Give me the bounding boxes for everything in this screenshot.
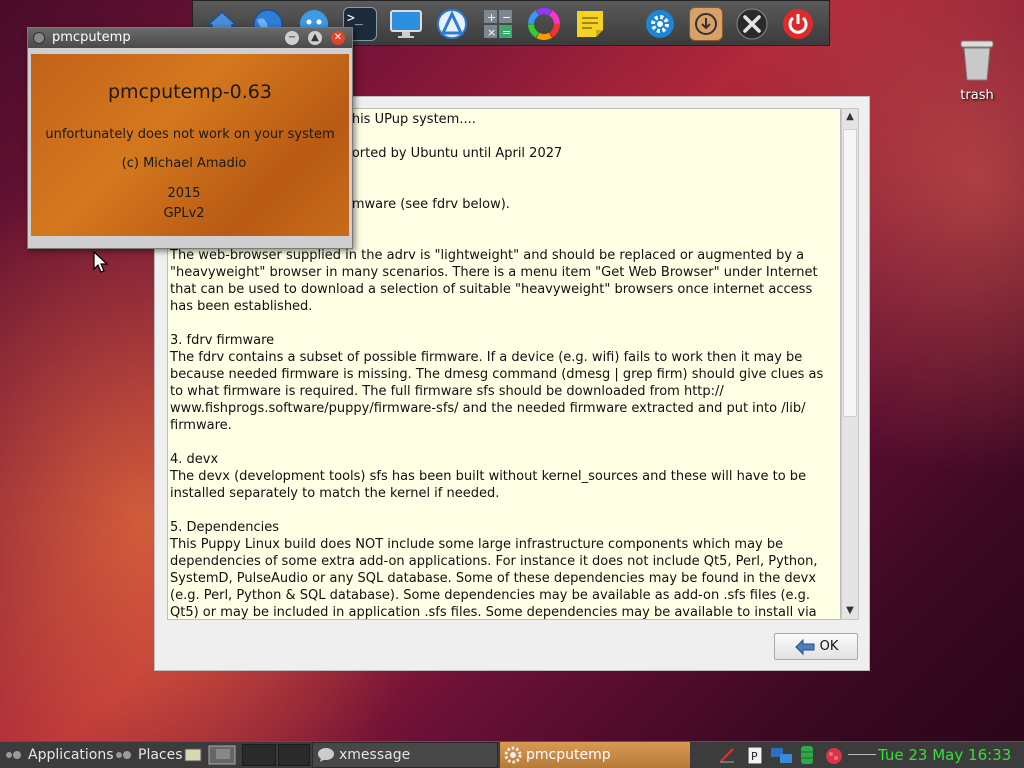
tray-pen[interactable] — [718, 742, 736, 768]
download-box-icon[interactable] — [689, 7, 723, 41]
tray-clipboard[interactable]: P — [746, 742, 764, 768]
scroll-down-icon[interactable]: ▼ — [842, 603, 858, 619]
about-panel: pmcputemp-0.63 unfortunately does not wo… — [31, 54, 349, 236]
task-pmcputemp[interactable]: pmcputemp — [500, 742, 690, 768]
network-icon — [771, 748, 792, 763]
svg-text:P: P — [751, 750, 758, 763]
workspace-slot-2[interactable] — [242, 744, 276, 766]
pen-icon — [720, 748, 734, 763]
window-titlebar[interactable]: pmcputemp − ▲ ✕ — [28, 28, 352, 48]
raspberry-icon — [826, 748, 842, 764]
clipboard-icon: P — [747, 746, 763, 765]
workspace-switcher[interactable] — [208, 742, 236, 768]
scrollbar-thumb[interactable] — [843, 129, 857, 417]
calculator-icon[interactable]: + − × = — [481, 7, 515, 41]
power-icon[interactable] — [781, 7, 815, 41]
places-label: Places — [138, 747, 183, 763]
window-menu-icon[interactable] — [33, 32, 45, 44]
trash-desktop-icon[interactable]: trash — [950, 38, 1004, 103]
sticky-note-icon[interactable] — [573, 7, 607, 41]
applications-label: Applications — [28, 747, 114, 763]
svg-text:=: = — [502, 26, 511, 39]
color-wheel-icon[interactable] — [527, 7, 561, 41]
mouse-cursor-icon — [93, 251, 109, 273]
error-message: unfortunately does not work on your syst… — [45, 127, 335, 142]
trash-label: trash — [960, 88, 994, 103]
app-heading: pmcputemp-0.63 — [108, 81, 272, 103]
vertical-scrollbar[interactable]: ▲ ▼ — [841, 108, 859, 620]
svg-text:−: − — [502, 11, 511, 24]
task-label: pmcputemp — [526, 747, 611, 763]
terminal-prompt: >_ — [347, 11, 363, 26]
year-text: 2015 — [167, 186, 201, 201]
task-label: xmessage — [339, 747, 411, 763]
clock[interactable]: Tue 23 May 16:33 — [878, 742, 1011, 768]
scroll-up-icon[interactable]: ▲ — [842, 109, 858, 125]
task-xmessage[interactable]: xmessage — [312, 742, 498, 768]
gear-icon[interactable] — [643, 7, 677, 41]
pmcputemp-window: pmcputemp − ▲ ✕ pmcputemp-0.63 unfortuna… — [27, 27, 353, 249]
window-title: pmcputemp — [52, 30, 131, 45]
trash-icon — [960, 40, 994, 81]
workspace-icon — [208, 745, 236, 765]
paw-icon — [6, 751, 21, 759]
tray-raspberry[interactable] — [822, 742, 846, 768]
close-icon[interactable]: ✕ — [331, 31, 345, 45]
maximize-icon[interactable]: ▲ — [308, 31, 322, 45]
chat-icon — [318, 748, 334, 762]
license-text: GPLv2 — [163, 206, 205, 221]
paw-icon — [116, 751, 131, 759]
monitor-icon[interactable] — [389, 7, 423, 41]
show-desktop-button[interactable] — [184, 742, 202, 768]
tray-network[interactable] — [770, 742, 794, 768]
back-arrow-icon — [794, 638, 815, 655]
minimize-icon[interactable]: − — [285, 31, 299, 45]
svg-text:+: + — [487, 11, 496, 24]
tray-separator — [848, 754, 876, 755]
copyright-text: (c) Michael Amadio — [121, 156, 247, 171]
ok-label: OK — [819, 639, 839, 654]
storage-icon — [801, 746, 813, 764]
places-menu-button[interactable]: Places — [114, 742, 183, 768]
triangle-app-icon[interactable] — [435, 7, 469, 41]
tray-storage[interactable] — [798, 742, 816, 768]
svg-text:×: × — [487, 26, 496, 39]
workspace-slot-3[interactable] — [278, 744, 310, 766]
gear-icon — [504, 746, 522, 764]
taskbar: Applications Places xmessage pmcputemp P… — [0, 741, 1024, 768]
applications-menu-button[interactable]: Applications — [4, 742, 114, 768]
tools-icon[interactable] — [735, 7, 769, 41]
desktop-icon — [184, 748, 202, 762]
ok-button[interactable]: OK — [774, 633, 858, 660]
